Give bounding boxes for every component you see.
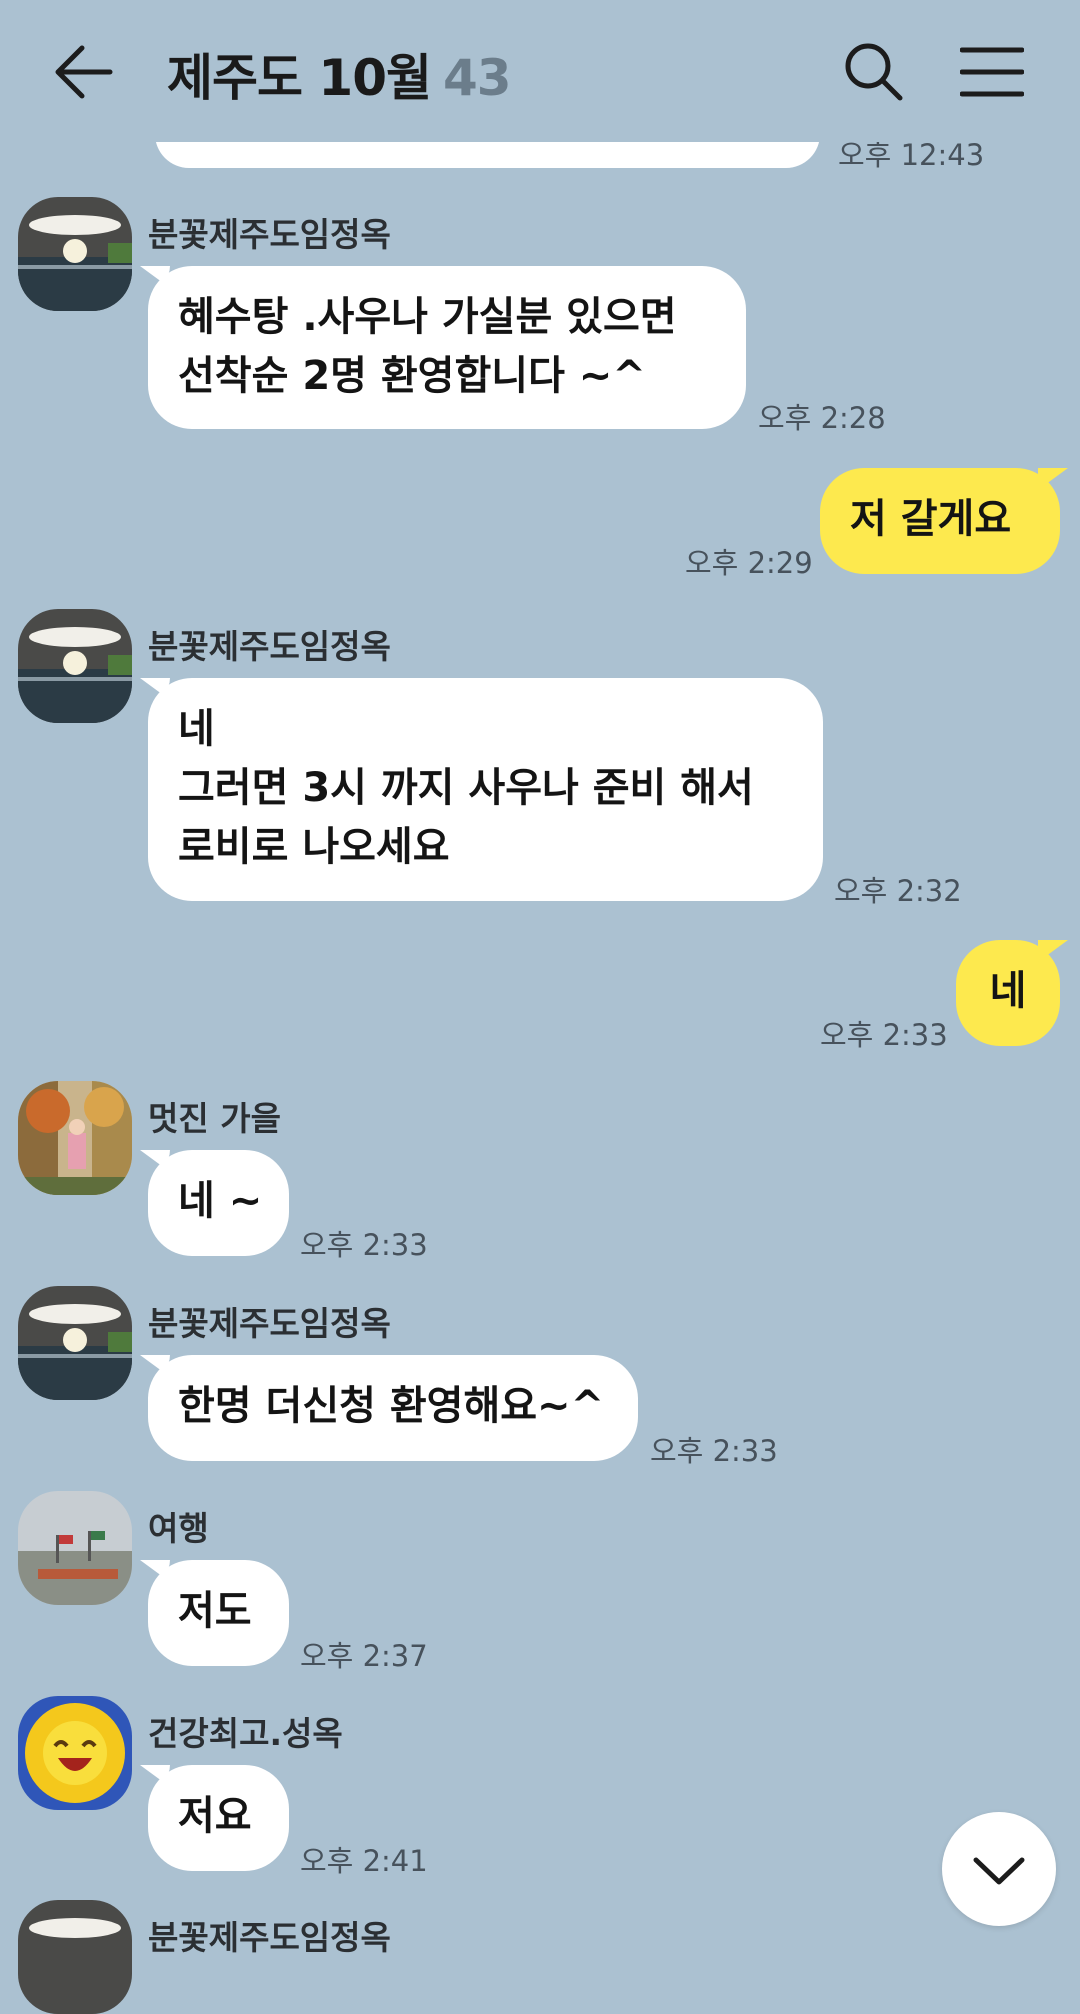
- search-button[interactable]: [842, 40, 904, 102]
- avatar-yeohaeng[interactable]: [18, 1491, 132, 1605]
- message-line: 네 ~: [178, 1178, 263, 1224]
- chat-header: 제주도 10월 43: [0, 0, 1080, 142]
- message-bubble[interactable]: 네 그러면 3시 까지 사우나 준비 해서 로비로 나오세요: [148, 678, 823, 901]
- message-time: 오후 2:33: [300, 1228, 428, 1262]
- search-icon: [845, 43, 903, 101]
- message-line: 네: [989, 968, 1027, 1014]
- message-time: 오후 2:33: [820, 1018, 948, 1052]
- avatar-meotjin-gaeul[interactable]: [18, 1081, 132, 1195]
- avatar-geongang[interactable]: [18, 1696, 132, 1810]
- scroll-to-bottom-button[interactable]: [942, 1812, 1056, 1926]
- avatar-image: [18, 1081, 132, 1195]
- chat-message-list[interactable]: 오후 12:43 분꽃제주도임정옥 혜수탕 .사우나 가실분 있으면 선착순 2…: [0, 0, 1080, 2014]
- avatar-bunkkot[interactable]: [18, 197, 132, 311]
- my-message-bubble[interactable]: 저 갈게요: [820, 468, 1060, 574]
- sender-name: 여행: [148, 1509, 209, 1548]
- avatar-image: [18, 197, 132, 311]
- message-bubble[interactable]: 저도: [148, 1560, 289, 1666]
- arrow-left-icon: [55, 45, 113, 99]
- sender-name: 분꽃제주도임정옥: [148, 1918, 391, 1957]
- my-message-bubble[interactable]: 네: [956, 940, 1060, 1046]
- message-time: 오후 2:33: [650, 1434, 778, 1468]
- back-button[interactable]: [52, 40, 116, 104]
- message-bubble[interactable]: 혜수탕 .사우나 가실분 있으면 선착순 2명 환영합니다 ~^: [148, 266, 746, 429]
- message-line: 저요: [178, 1793, 252, 1839]
- message-bubble[interactable]: 네 ~: [148, 1150, 289, 1256]
- avatar-image: [18, 1491, 132, 1605]
- message-line: 로비로 나오세요: [178, 824, 450, 870]
- avatar-image: [18, 609, 132, 723]
- avatar-bunkkot[interactable]: [18, 1900, 132, 2014]
- message-line: 혜수탕 .사우나 가실분 있으면: [178, 294, 677, 340]
- sender-name: 건강최고.성옥: [148, 1714, 343, 1753]
- chevron-down-icon: [973, 1857, 1025, 1885]
- message-line: 한명 더신청 환영해요~^: [178, 1383, 605, 1429]
- message-time: 오후 2:29: [685, 546, 813, 580]
- avatar-image: [18, 1900, 132, 2014]
- sender-name: 분꽃제주도임정옥: [148, 1304, 391, 1343]
- message-time: 오후 2:32: [834, 874, 962, 908]
- message-line: 그러면 3시 까지 사우나 준비 해서: [178, 765, 754, 811]
- avatar-bunkkot[interactable]: [18, 1286, 132, 1400]
- sender-name: 분꽃제주도임정옥: [148, 627, 391, 666]
- avatar-image: [18, 1696, 132, 1810]
- chat-room-name: 제주도 10월: [167, 49, 432, 107]
- member-count: 43: [443, 49, 512, 107]
- message-time: 오후 2:37: [300, 1639, 428, 1673]
- avatar-bunkkot[interactable]: [18, 609, 132, 723]
- hamburger-menu-icon: [959, 47, 1025, 97]
- message-bubble[interactable]: 한명 더신청 환영해요~^: [148, 1355, 638, 1461]
- avatar-image: [18, 1286, 132, 1400]
- chat-title: 제주도 10월 43: [167, 38, 512, 110]
- message-line: 저 갈게요: [850, 496, 1012, 542]
- message-line: 선착순 2명 환영합니다 ~^: [178, 353, 646, 399]
- sender-name: 멋진 가을: [148, 1099, 281, 1138]
- message-time: 오후 2:41: [300, 1844, 428, 1878]
- message-line: 네: [178, 706, 215, 752]
- message-line: 저도: [178, 1588, 252, 1634]
- sender-name: 분꽃제주도임정옥: [148, 215, 391, 254]
- message-bubble[interactable]: 저요: [148, 1765, 289, 1871]
- message-time: 오후 2:28: [758, 401, 886, 435]
- menu-button[interactable]: [959, 44, 1025, 100]
